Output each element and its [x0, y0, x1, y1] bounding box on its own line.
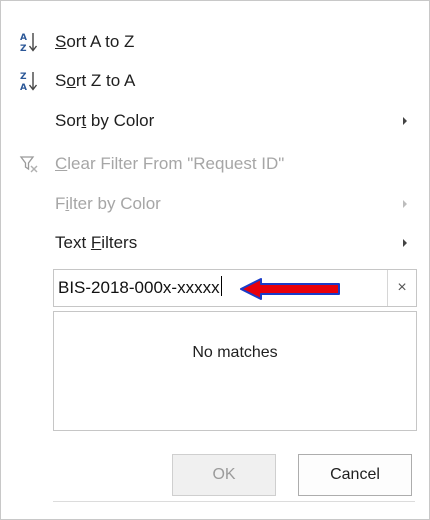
svg-text:Z: Z: [20, 72, 27, 82]
sort-z-to-a-item[interactable]: Z A Sort Z to A: [1, 62, 429, 100]
text-filters-label: Text Filters: [55, 233, 138, 252]
sort-by-color-item[interactable]: Sort by Color: [1, 102, 429, 140]
sort-by-color-label: Sort by Color: [55, 111, 155, 130]
sort-ascending-icon: A Z: [19, 30, 39, 54]
search-input[interactable]: BIS-2018-000x-xxxxx ×: [53, 269, 417, 307]
autofilter-dropdown: A Z Sort A to Z Z A Sort Z to A Sort by …: [0, 0, 430, 520]
search-input-value: BIS-2018-000x-xxxxx: [58, 276, 222, 297]
sort-z-to-a-label: Sort Z to A: [55, 71, 136, 90]
clear-filter-icon: [19, 152, 39, 176]
submenu-arrow-icon: [403, 200, 407, 208]
svg-text:A: A: [20, 33, 27, 43]
svg-text:A: A: [20, 83, 27, 93]
submenu-arrow-icon: [403, 239, 407, 247]
filter-values-list[interactable]: No matches: [53, 311, 417, 431]
filter-by-color-item[interactable]: Filter by Color: [1, 185, 429, 223]
sort-a-to-z-item[interactable]: A Z Sort A to Z: [1, 23, 429, 61]
clear-search-button[interactable]: ×: [387, 270, 416, 306]
divider: [53, 501, 415, 502]
sort-descending-icon: Z A: [19, 69, 39, 93]
ok-button[interactable]: OK: [172, 454, 276, 496]
sort-a-to-z-label: Sort A to Z: [55, 32, 135, 51]
text-caret: [220, 276, 222, 296]
svg-text:Z: Z: [20, 44, 27, 54]
close-icon: ×: [397, 279, 407, 296]
text-filters-item[interactable]: Text Filters: [1, 224, 429, 262]
submenu-arrow-icon: [403, 117, 407, 125]
clear-filter-label: Clear Filter From "Request ID": [55, 154, 285, 173]
filter-by-color-label: Filter by Color: [55, 194, 161, 213]
no-matches-text: No matches: [192, 344, 278, 361]
cancel-button[interactable]: Cancel: [298, 454, 412, 496]
red-arrow-icon: [240, 278, 340, 300]
clear-filter-item[interactable]: Clear Filter From "Request ID": [1, 145, 429, 183]
